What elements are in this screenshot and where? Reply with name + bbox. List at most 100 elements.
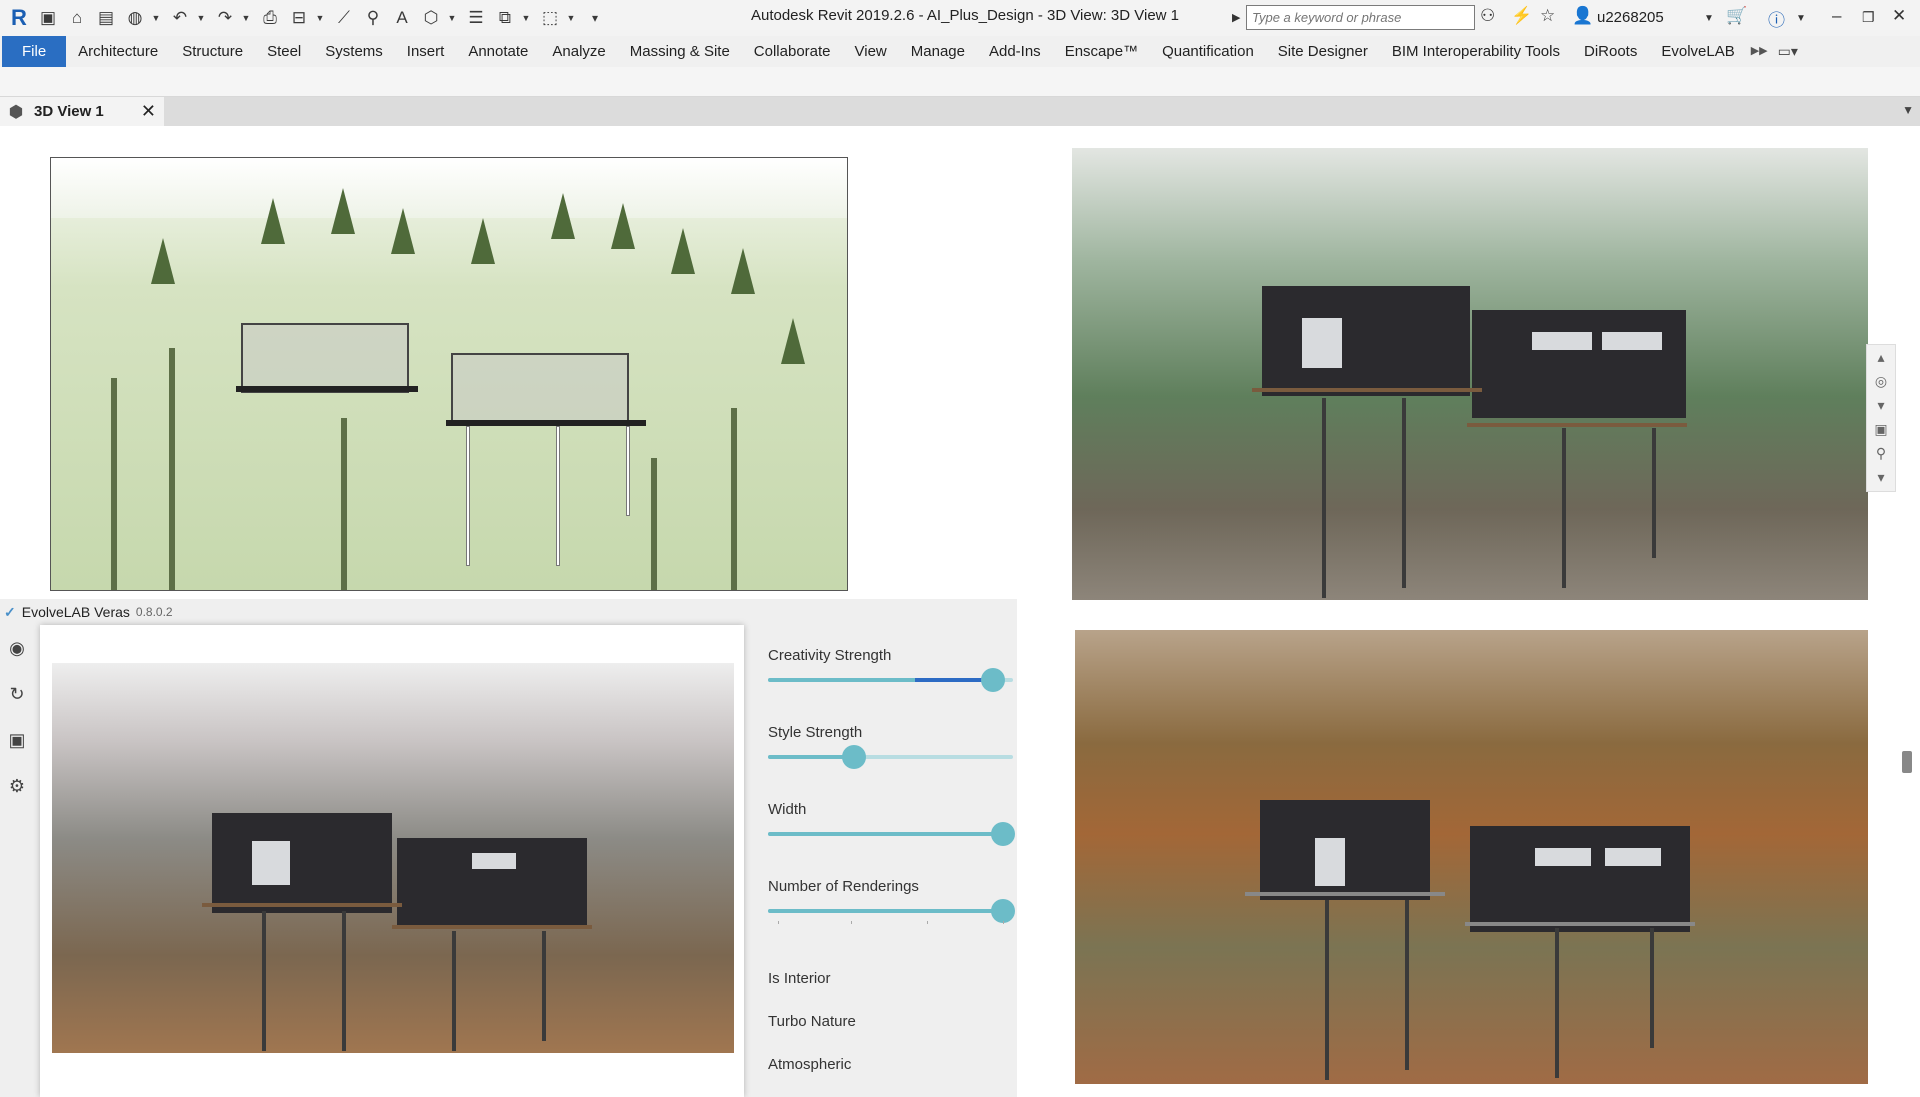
close-icon[interactable]: ✕: [141, 101, 156, 122]
search-input[interactable]: [1246, 5, 1475, 30]
tab-quantification[interactable]: Quantification: [1150, 36, 1266, 67]
tab-add-ins[interactable]: Add-Ins: [977, 36, 1053, 67]
tab-annotate[interactable]: Annotate: [456, 36, 540, 67]
chevron-down-icon[interactable]: ▼: [1902, 103, 1914, 117]
revit-logo-icon[interactable]: R: [6, 5, 32, 31]
save-icon[interactable]: ▤: [93, 5, 119, 31]
user-icon[interactable]: 👤: [1572, 6, 1593, 26]
slider-fill: [768, 755, 854, 759]
print-icon[interactable]: ⎙: [257, 5, 283, 31]
slider-thumb[interactable]: [991, 822, 1016, 846]
chevron-down-icon[interactable]: ▼: [315, 5, 325, 31]
veras-logo-icon: ✓: [4, 603, 16, 620]
tab-architecture[interactable]: Architecture: [66, 36, 170, 67]
slider-thumb[interactable]: [841, 745, 866, 769]
rendering-image-1[interactable]: [1072, 148, 1868, 600]
tab-evolvelab[interactable]: EvolveLAB: [1649, 36, 1746, 67]
chevron-right-icon[interactable]: ▶: [1232, 11, 1240, 24]
chevron-down-icon[interactable]: ▾: [1867, 465, 1895, 489]
more-tabs-icon[interactable]: ▶▶: [1747, 36, 1772, 67]
tab-diroots[interactable]: DiRoots: [1572, 36, 1649, 67]
veras-preview-image[interactable]: [52, 663, 734, 1053]
chevron-down-icon[interactable]: ▼: [566, 5, 576, 31]
binoculars-icon[interactable]: ⚇: [1480, 6, 1495, 26]
ribbon-tabs: File Architecture Structure Steel System…: [0, 36, 1920, 67]
tab-view[interactable]: View: [843, 36, 899, 67]
chevron-down-icon[interactable]: ▼: [241, 5, 251, 31]
subscription-icon[interactable]: ⚡: [1511, 6, 1532, 26]
creativity-strength-slider[interactable]: Creativity Strength: [768, 647, 1013, 692]
default-3d-view-icon[interactable]: ⬡: [418, 5, 444, 31]
scrollbar-thumb[interactable]: [1902, 751, 1912, 773]
tab-enscape[interactable]: Enscape™: [1053, 36, 1150, 67]
eye-icon[interactable]: ◉: [0, 625, 34, 671]
tab-manage[interactable]: Manage: [899, 36, 977, 67]
slider-track[interactable]: [768, 745, 1013, 769]
switch-windows-icon[interactable]: ⧉: [492, 5, 518, 31]
star-icon[interactable]: ☆: [1540, 6, 1555, 26]
slider-thumb[interactable]: [981, 668, 1006, 692]
slider-track[interactable]: [768, 822, 1016, 846]
document-tab-bar: ⬢ 3D View 1 ✕ ▼: [0, 97, 1920, 126]
number-of-renderings-slider[interactable]: Number of Renderings: [768, 878, 1016, 924]
steering-wheel-icon[interactable]: ◎: [1867, 369, 1895, 393]
home-icon[interactable]: ▣: [35, 5, 61, 31]
view-tab-label: 3D View 1: [34, 103, 104, 120]
veras-title: EvolveLAB Veras: [21, 604, 130, 620]
refresh-icon[interactable]: ↻: [0, 671, 34, 717]
view-canvas[interactable]: ✓ EvolveLAB Veras 0.8.0.2 ◉ ↻ ▣ ⚙ Creati…: [0, 126, 1920, 1097]
save-icon[interactable]: ▣: [0, 717, 34, 763]
is-interior-toggle[interactable]: Is Interior: [768, 970, 831, 987]
gear-icon[interactable]: ⚙: [0, 763, 34, 809]
chevron-down-icon[interactable]: ▼: [196, 5, 206, 31]
zoom-icon[interactable]: ⚲: [1867, 441, 1895, 465]
tag-icon[interactable]: ⚲: [360, 5, 386, 31]
close-hidden-icon[interactable]: ⬚: [537, 5, 563, 31]
revit-model-view[interactable]: [50, 157, 848, 591]
chevron-down-icon[interactable]: ▼: [1796, 13, 1806, 24]
tab-structure[interactable]: Structure: [170, 36, 255, 67]
aligned-dimension-icon[interactable]: ⟋: [331, 5, 357, 31]
tab-collaborate[interactable]: Collaborate: [742, 36, 843, 67]
chevron-up-icon[interactable]: ▴: [1867, 345, 1895, 369]
rendering-image-2[interactable]: [1075, 630, 1868, 1084]
minimize-icon[interactable]: –: [1832, 6, 1841, 26]
sync-icon[interactable]: ◍: [122, 5, 148, 31]
text-icon[interactable]: A: [389, 5, 415, 31]
chevron-down-icon[interactable]: ▼: [521, 5, 531, 31]
measure-icon[interactable]: ⊟: [286, 5, 312, 31]
chevron-down-icon[interactable]: ▾: [1867, 393, 1895, 417]
width-slider[interactable]: Width: [768, 801, 1016, 846]
redo-icon[interactable]: ↷: [212, 5, 238, 31]
slider-track[interactable]: [768, 668, 1013, 692]
help-icon[interactable]: ⓘ: [1768, 6, 1785, 31]
chevron-down-icon[interactable]: ▼: [1704, 13, 1714, 24]
tab-file[interactable]: File: [2, 36, 67, 67]
view-tab-3d-view-1[interactable]: ⬢ 3D View 1 ✕: [0, 97, 164, 126]
tab-bim-interoperability[interactable]: BIM Interoperability Tools: [1380, 36, 1572, 67]
open-icon[interactable]: ⌂: [64, 5, 90, 31]
slider-track[interactable]: [768, 899, 1016, 924]
style-strength-slider[interactable]: Style Strength: [768, 724, 1013, 769]
slider-thumb[interactable]: [991, 899, 1016, 923]
tab-insert[interactable]: Insert: [395, 36, 457, 67]
tab-massing-site[interactable]: Massing & Site: [618, 36, 742, 67]
tab-site-designer[interactable]: Site Designer: [1266, 36, 1380, 67]
tab-systems[interactable]: Systems: [313, 36, 395, 67]
chevron-down-icon[interactable]: ▼: [447, 5, 457, 31]
atmospheric-toggle[interactable]: Atmospheric: [768, 1056, 851, 1073]
username-label[interactable]: u2268205: [1597, 9, 1664, 26]
thin-lines-icon[interactable]: ☰: [463, 5, 489, 31]
slider-label: Style Strength: [768, 724, 863, 741]
undo-icon[interactable]: ↶: [167, 5, 193, 31]
tab-steel[interactable]: Steel: [255, 36, 313, 67]
restore-icon[interactable]: ❐: [1862, 9, 1875, 26]
navigation-cube-icon[interactable]: ▣: [1867, 417, 1895, 441]
close-icon[interactable]: ✕: [1892, 6, 1906, 26]
turbo-nature-toggle[interactable]: Turbo Nature: [768, 1013, 856, 1030]
ribbon-minimize-icon[interactable]: ▭▾: [1772, 36, 1804, 67]
chevron-down-icon[interactable]: ▼: [151, 5, 161, 31]
cart-icon[interactable]: 🛒: [1726, 6, 1747, 26]
tab-analyze[interactable]: Analyze: [540, 36, 617, 67]
customize-toolbar-icon[interactable]: ▾: [582, 5, 608, 31]
